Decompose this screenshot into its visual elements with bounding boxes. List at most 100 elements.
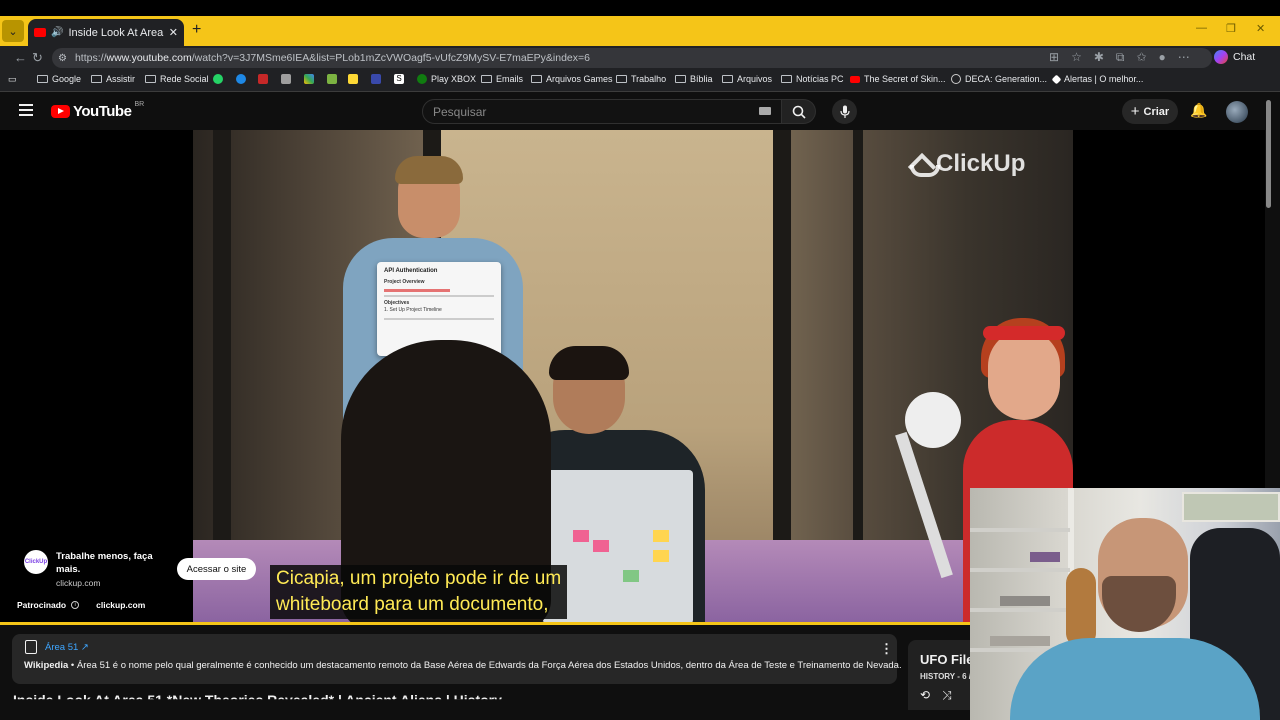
search-input[interactable]: Pesquisar bbox=[422, 99, 782, 124]
book bbox=[1030, 552, 1060, 562]
bookmark-star-icon[interactable]: ☆ bbox=[1071, 50, 1082, 65]
info-panel bbox=[12, 634, 897, 684]
article-icon bbox=[25, 640, 37, 654]
notifications-bell-icon[interactable]: 🔔 bbox=[1190, 102, 1207, 119]
copilot-icon bbox=[1214, 50, 1228, 64]
doc-card-title: API Authentication bbox=[384, 268, 438, 274]
search-button[interactable] bbox=[782, 99, 816, 124]
app-icon bbox=[371, 74, 381, 84]
bookmark-deca[interactable]: DECA: Generation... bbox=[951, 74, 1047, 84]
site-info-icon[interactable]: ⚙ bbox=[58, 53, 67, 64]
minimize-icon[interactable]: — bbox=[1196, 22, 1207, 34]
new-tab-icon[interactable]: + bbox=[192, 21, 201, 39]
bookmark-yellow-app[interactable] bbox=[348, 74, 358, 84]
info-icon[interactable]: i bbox=[71, 601, 80, 609]
copilot-chat-button[interactable]: Chat bbox=[1214, 50, 1255, 64]
bookmark-photos[interactable] bbox=[304, 74, 314, 84]
bookmarks-toggle-icon[interactable]: ▭ bbox=[8, 74, 17, 85]
speaker-icon[interactable]: 🔊 bbox=[51, 27, 63, 38]
xbox-icon bbox=[417, 74, 427, 84]
wall-picture bbox=[1182, 492, 1280, 522]
microphone-icon bbox=[839, 105, 850, 118]
bookmark-trabalho[interactable]: Trabalho bbox=[616, 74, 666, 84]
bookmark-secret-of-skin[interactable]: The Secret of Skin... bbox=[850, 74, 946, 84]
bookmark-noticias-pc[interactable]: Notícias PC bbox=[781, 74, 844, 84]
whatsapp-icon bbox=[213, 74, 223, 84]
youtube-play-icon bbox=[51, 105, 70, 118]
split-screen-icon[interactable]: ⧉ bbox=[1116, 50, 1125, 65]
voice-search-button[interactable] bbox=[832, 99, 857, 124]
plus-icon: + bbox=[1130, 103, 1140, 120]
bookmark-messenger[interactable] bbox=[236, 74, 246, 84]
bookmark-s-app[interactable]: S bbox=[394, 74, 404, 84]
folder-icon bbox=[722, 75, 733, 83]
bookmark-assistir[interactable]: Assistir bbox=[91, 74, 135, 84]
close-tab-icon[interactable]: ✕ bbox=[169, 26, 178, 39]
folder-icon bbox=[531, 75, 542, 83]
repeat-icon[interactable]: ⟲ bbox=[920, 688, 930, 703]
bookmark-grey-app[interactable] bbox=[281, 74, 291, 84]
more-menu-icon[interactable]: ⋯ bbox=[1178, 50, 1190, 65]
visit-site-button[interactable]: Acessar o site bbox=[177, 558, 256, 580]
bookmark-play-xbox[interactable]: Play XBOX bbox=[417, 74, 476, 84]
doc-card-section: Project Overview bbox=[384, 279, 425, 285]
folder-icon bbox=[481, 75, 492, 83]
create-button[interactable]: + Criar bbox=[1122, 99, 1178, 124]
clickup-logo-icon bbox=[910, 151, 940, 177]
page-scrollbar[interactable] bbox=[1266, 100, 1271, 208]
bookmark-biblia[interactable]: Bíblia bbox=[675, 74, 713, 84]
keyboard-icon[interactable] bbox=[759, 107, 771, 115]
tab-title: Inside Look At Area 51 *New bbox=[68, 26, 164, 39]
shelf bbox=[970, 568, 1070, 572]
close-window-icon[interactable]: ✕ bbox=[1256, 22, 1265, 35]
tab-search-button[interactable]: ⌄ bbox=[2, 20, 24, 42]
folder-icon bbox=[616, 75, 627, 83]
address-bar[interactable]: ⚙ https://www.youtube.com/watch?v=3J7MSm… bbox=[52, 48, 1212, 68]
sponsored-domain[interactable]: clickup.com bbox=[96, 600, 145, 610]
ad-title[interactable]: Trabalhe menos, faça mais. bbox=[56, 550, 166, 576]
external-link-icon: ↗ bbox=[80, 642, 89, 653]
more-options-icon[interactable]: ⋮ bbox=[880, 641, 893, 657]
youtube-favicon-icon bbox=[34, 28, 46, 37]
bookmark-google[interactable]: Google bbox=[37, 74, 81, 84]
search-icon bbox=[792, 105, 806, 119]
scene-woman-head bbox=[988, 330, 1060, 420]
extensions-icon[interactable]: ✱ bbox=[1094, 50, 1104, 65]
ad-overlay[interactable]: ClickUp Trabalhe menos, faça mais. click… bbox=[24, 550, 166, 588]
scene-headband bbox=[983, 326, 1065, 340]
bookmark-green-app[interactable] bbox=[327, 74, 337, 84]
webcam-overlay bbox=[970, 488, 1280, 720]
install-app-icon[interactable]: ⊞ bbox=[1049, 50, 1059, 65]
ad-progress-bar bbox=[0, 622, 970, 625]
app-icon bbox=[327, 74, 337, 84]
back-icon[interactable]: ← bbox=[14, 50, 27, 65]
favorites-icon[interactable]: ✩ bbox=[1136, 50, 1146, 65]
maximize-icon[interactable]: ❐ bbox=[1226, 22, 1236, 35]
scene-lamp bbox=[905, 392, 961, 448]
doc-card-objectives: Objectives bbox=[384, 299, 410, 306]
ad-domain: clickup.com bbox=[56, 578, 101, 588]
profile-icon[interactable]: ● bbox=[1159, 50, 1166, 65]
bookmark-emails[interactable]: Emails bbox=[481, 74, 523, 84]
shuffle-icon[interactable]: ⤨ bbox=[942, 688, 952, 703]
bookmark-arquivos[interactable]: Arquivos bbox=[722, 74, 772, 84]
video-frame[interactable]: API Authentication Project Overview Obje… bbox=[193, 130, 1073, 624]
doc-card-step: 1. Set Up Project Timeline bbox=[384, 307, 442, 313]
bookmark-whatsapp[interactable] bbox=[213, 74, 223, 84]
shelf bbox=[970, 608, 1070, 612]
avatar[interactable] bbox=[1226, 101, 1248, 123]
scene-seated-man-hair bbox=[549, 346, 629, 380]
alert-icon bbox=[1051, 74, 1062, 84]
info-panel-link[interactable]: Área 51 ↗ bbox=[45, 642, 89, 653]
menu-icon[interactable] bbox=[19, 104, 33, 116]
youtube-logo[interactable]: YouTube BR bbox=[51, 101, 144, 120]
advertiser-logo[interactable]: ClickUp bbox=[24, 550, 48, 574]
bookmark-rede-social[interactable]: Rede Social bbox=[145, 74, 209, 84]
bookmark-alertas[interactable]: Alertas | O melhor... bbox=[1051, 74, 1143, 84]
bookmark-blue-app[interactable] bbox=[371, 74, 381, 84]
bookmark-arquivos-games[interactable]: Arquivos Games bbox=[531, 74, 613, 84]
bookmark-red-app[interactable] bbox=[258, 74, 268, 84]
playlist-title[interactable]: UFO File bbox=[920, 652, 973, 667]
browser-tab-active[interactable]: 🔊 Inside Look At Area 51 *New ✕ bbox=[28, 19, 184, 46]
reload-icon[interactable]: ↻ bbox=[32, 50, 43, 66]
